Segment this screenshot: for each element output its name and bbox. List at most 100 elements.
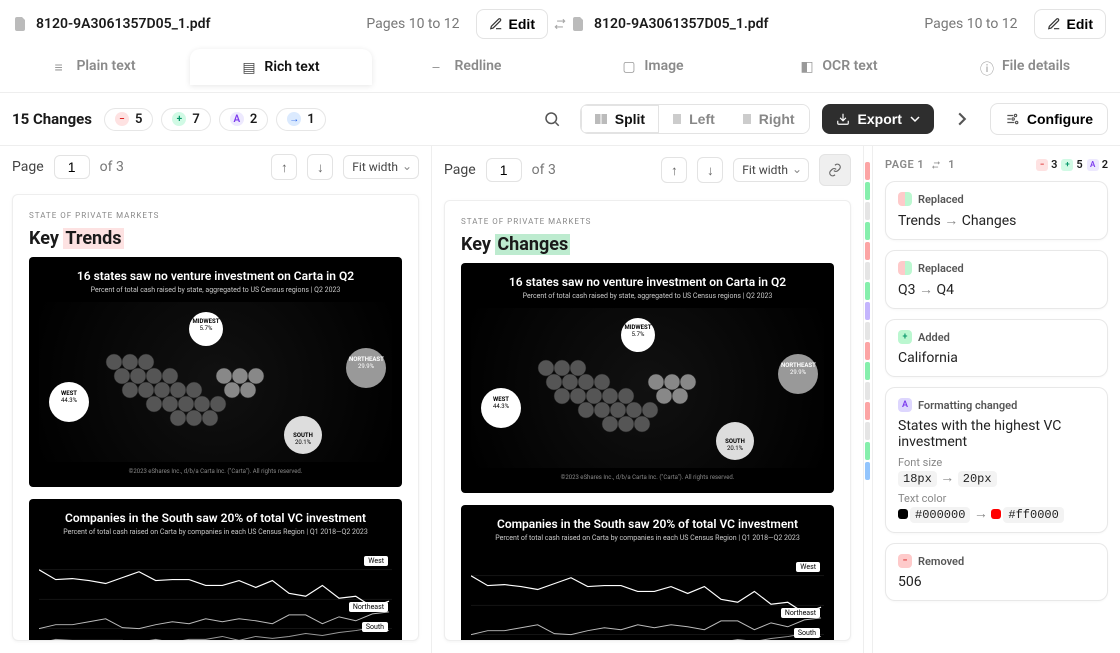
region-northeast-label: NORTHEAST29.9% [349, 356, 383, 370]
compare-panes: Page of 3 ↑ ↓ Fit width STATE OF PRIVATE… [0, 146, 872, 653]
minus-icon: − [115, 112, 129, 126]
change-card-formatting[interactable]: AFormatting changed States with the high… [885, 387, 1108, 533]
right-zoom-select[interactable]: Fit width [733, 158, 809, 182]
changes-sidebar: PAGE 1 1 −3 +5 A2 Replaced Trends → Chan… [872, 146, 1120, 653]
change-card-added[interactable]: +Added California [885, 319, 1108, 377]
replaced-icon [898, 261, 912, 275]
tab-ocr-text[interactable]: ◧OCR text [748, 48, 930, 84]
right-prev-page-button[interactable]: ↑ [661, 157, 687, 183]
hexmap-canvas: WEST44.3% MIDWEST5.7% NORTHEAST29.9% SOU… [39, 302, 392, 462]
of-label: of 3 [100, 159, 124, 175]
right-edit-button[interactable]: Edit [1034, 9, 1106, 39]
color-swatch [898, 509, 908, 519]
legend-west: West [364, 556, 388, 566]
change-type-chips: −5 +7 A2 →1 [104, 108, 326, 131]
swap-icon[interactable] [548, 17, 572, 31]
sidebar-counts: −3 +5 A2 [1036, 158, 1108, 171]
page-label: Page [444, 162, 476, 178]
chip-moved[interactable]: →1 [276, 108, 325, 131]
of-label: of 3 [532, 162, 556, 178]
left-next-page-button[interactable]: ↓ [307, 154, 333, 180]
main-content: Page of 3 ↑ ↓ Fit width STATE OF PRIVATE… [0, 146, 1120, 653]
change-card-removed[interactable]: −Removed 506 [885, 543, 1108, 601]
chart1-subtitle: Percent of total cash raised by state, a… [39, 286, 392, 294]
color-swatch [991, 509, 1001, 519]
move-icon: → [287, 112, 301, 126]
replaced-icon [898, 192, 912, 206]
right-next-page-button[interactable]: ↓ [697, 157, 723, 183]
left-page-input[interactable] [54, 155, 90, 179]
left-file-name: 8120-9A3061357D05_1.pdf [36, 16, 211, 32]
sb-count-added: +5 [1061, 158, 1082, 171]
removed-text-highlight: Trends [63, 228, 123, 249]
hexmap-chart: 16 states saw no venture investment on C… [29, 257, 402, 487]
configure-button[interactable]: Configure [990, 103, 1108, 135]
change-card-replaced[interactable]: Replaced Trends → Changes [885, 181, 1108, 240]
legend-northeast: Northeast [349, 602, 388, 612]
linechart: Companies in the South saw 20% of total … [461, 505, 834, 641]
added-text-highlight: Changes [495, 234, 570, 255]
edit-label: Edit [509, 16, 535, 32]
left-zoom-select[interactable]: Fit width [343, 155, 419, 179]
format-icon: A [230, 112, 244, 126]
top-bar: 8120-9A3061357D05_1.pdf Pages 10 to 12 E… [0, 0, 1120, 48]
tab-file-details[interactable]: ⓘFile details [934, 48, 1116, 84]
region-west-label: WEST44.3% [53, 390, 85, 404]
left-file-block: 8120-9A3061357D05_1.pdf Pages 10 to 12 E… [14, 9, 548, 39]
hexmap-chart: 16 states saw no venture investment on C… [461, 263, 834, 493]
doc-title: Key Changes [461, 234, 834, 255]
left-prev-page-button[interactable]: ↑ [271, 154, 297, 180]
sidebar-page-label: PAGE 1 1 [885, 158, 955, 171]
export-button[interactable]: Export [822, 104, 934, 134]
view-tabs: ≡Plain text ▤Rich text ⎯Redline ▢Image ◧… [0, 48, 1120, 93]
view-split-button[interactable]: Split [581, 105, 659, 133]
right-pane: Page of 3 ↑ ↓ Fit width STATE OF PRIVATE… [432, 146, 864, 653]
sync-scroll-button[interactable] [819, 154, 851, 186]
next-button[interactable] [946, 103, 978, 135]
view-mode-segment: Split Left Right [580, 104, 810, 134]
tab-image[interactable]: ▢Image [562, 48, 744, 84]
right-document-page: STATE OF PRIVATE MARKETS Key Changes 16 … [444, 200, 851, 641]
right-file-block: 8120-9A3061357D05_1.pdf Pages 10 to 12 E… [572, 9, 1106, 39]
chart2-subtitle: Percent of total cash raised on Carta by… [39, 528, 392, 536]
region-midwest-label: MIDWEST5.7% [192, 318, 220, 332]
doc-pretitle: STATE OF PRIVATE MARKETS [29, 211, 402, 220]
page-label: Page [12, 159, 44, 175]
chart-footer: ©2023 eShares Inc., d/b/a Carta Inc. ("C… [39, 468, 392, 475]
sidebar-header: PAGE 1 1 −3 +5 A2 [885, 158, 1108, 171]
doc-title: Key Trends [29, 228, 402, 249]
legend-south: South [362, 622, 388, 632]
left-document-page: STATE OF PRIVATE MARKETS Key Trends 16 s… [12, 194, 419, 641]
sb-count-removed: −3 [1036, 158, 1057, 171]
right-pages-range: Pages 10 to 12 [924, 16, 1017, 32]
plus-icon: + [172, 112, 186, 126]
right-page-input[interactable] [486, 158, 522, 182]
sb-count-format: A2 [1087, 158, 1108, 171]
left-edit-button[interactable]: Edit [476, 9, 548, 39]
chart2-title: Companies in the South saw 20% of total … [39, 511, 392, 525]
chip-added[interactable]: +7 [161, 108, 210, 131]
left-pane: Page of 3 ↑ ↓ Fit width STATE OF PRIVATE… [0, 146, 432, 653]
right-pane-header: Page of 3 ↑ ↓ Fit width [432, 146, 863, 194]
left-pane-header: Page of 3 ↑ ↓ Fit width [0, 146, 431, 188]
tab-plain-text[interactable]: ≡Plain text [4, 48, 186, 84]
format-icon: A [898, 398, 912, 412]
view-left-button[interactable]: Left [659, 105, 729, 133]
changes-toolbar: 15 Changes −5 +7 A2 →1 Split Left Right … [0, 93, 1120, 146]
removed-icon: − [898, 554, 912, 568]
changes-count: 15 Changes [12, 110, 92, 128]
tab-redline[interactable]: ⎯Redline [376, 48, 558, 84]
chip-format[interactable]: A2 [219, 108, 268, 131]
chart1-title: 16 states saw no venture investment on C… [39, 269, 392, 283]
file-icon [572, 17, 586, 31]
doc-pretitle: STATE OF PRIVATE MARKETS [461, 217, 834, 226]
view-right-button[interactable]: Right [729, 105, 809, 133]
chip-removed[interactable]: −5 [104, 108, 153, 131]
tab-rich-text[interactable]: ▤Rich text [190, 49, 372, 85]
change-minimap-rail[interactable] [864, 146, 872, 653]
edit-label: Edit [1067, 16, 1093, 32]
search-button[interactable] [536, 103, 568, 135]
link-icon [930, 160, 942, 170]
right-icon [743, 114, 751, 124]
change-card-replaced[interactable]: Replaced Q3 → Q4 [885, 250, 1108, 309]
